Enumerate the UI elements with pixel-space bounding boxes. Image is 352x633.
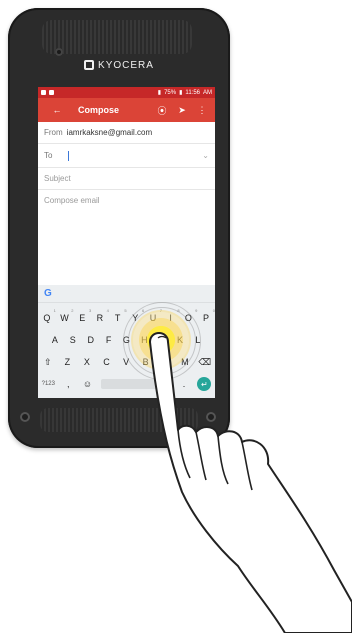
to-label: To (44, 151, 53, 160)
key-e[interactable]: E3 (76, 308, 91, 323)
page-title: Compose (78, 105, 120, 115)
key-z[interactable]: Z (61, 357, 73, 367)
comma-key[interactable]: , (62, 379, 74, 389)
compose-placeholder: Compose email (44, 195, 100, 205)
symbols-key[interactable]: ?123 (42, 381, 55, 387)
send-icon[interactable]: ➤ (175, 103, 189, 117)
brand-mark-icon (84, 60, 95, 70)
status-time: 11:56 (185, 89, 200, 96)
from-row[interactable]: From iamrkaksne@gmail.com (38, 122, 215, 144)
app-bar: ← Compose ⦿ ➤ ⋮ (38, 98, 215, 122)
brand-text: KYOCERA (98, 59, 154, 71)
from-label: From (44, 128, 63, 137)
arrow-back-icon[interactable]: ← (50, 103, 64, 117)
brand-logo: KYOCERA (74, 58, 164, 72)
to-field[interactable]: To ⌄ (38, 144, 215, 168)
key-c[interactable]: C (101, 357, 113, 367)
subject-placeholder: Subject (44, 174, 71, 183)
key-a[interactable]: A (49, 335, 61, 345)
sync-icon (49, 90, 54, 95)
chevron-down-icon[interactable]: ⌄ (202, 151, 209, 160)
battery-icon: ▮ (179, 90, 183, 96)
earpiece-grill (42, 20, 192, 54)
attach-icon[interactable]: ⦿ (155, 103, 169, 117)
shift-key-icon[interactable]: ⇧ (42, 357, 54, 368)
key-w[interactable]: W2 (59, 308, 73, 323)
subject-field[interactable]: Subject (38, 168, 215, 190)
battery-percent: 75% (164, 89, 177, 96)
status-ampm: AM (203, 89, 212, 96)
keyboard-suggestion-bar: G (38, 285, 215, 303)
compose-body-field[interactable]: Compose email (38, 190, 215, 210)
notification-icon (41, 90, 46, 95)
text-caret (68, 150, 70, 161)
key-x[interactable]: X (81, 357, 93, 367)
key-q[interactable]: Q1 (41, 308, 56, 323)
signal-icon: ▮ (157, 90, 162, 96)
key-f[interactable]: F (103, 335, 115, 345)
status-bar: ▮ 75% ▮ 11:56 AM (38, 87, 215, 98)
key-s[interactable]: S (67, 335, 79, 345)
google-icon[interactable]: G (44, 288, 52, 299)
emoji-key-icon[interactable]: ☺ (82, 379, 94, 389)
key-r[interactable]: R4 (94, 308, 109, 323)
front-camera (55, 48, 63, 56)
pointing-hand-illustration (149, 332, 352, 633)
key-d[interactable]: D (85, 335, 97, 345)
from-value: iamrkaksne@gmail.com (66, 128, 153, 137)
more-vert-icon[interactable]: ⋮ (195, 103, 209, 117)
screw-left (20, 412, 30, 422)
